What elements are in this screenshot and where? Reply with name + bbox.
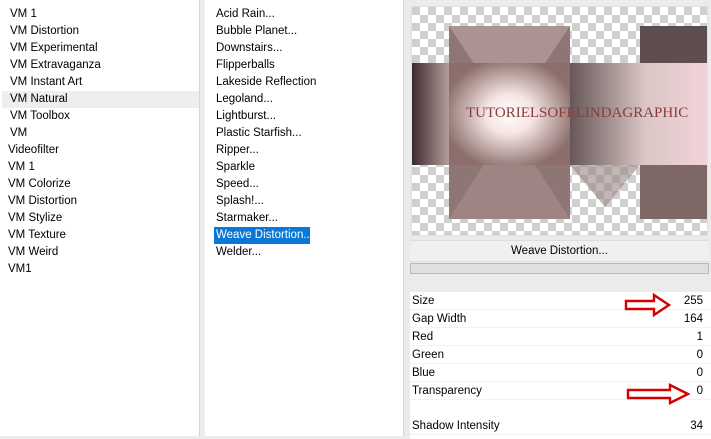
filter-item[interactable]: Acid Rain... [205,6,403,23]
category-item[interactable]: VM 1 [0,6,199,23]
param-value[interactable]: 34 [690,417,703,435]
settings-panel: TUTORIELSOFELINDAGRAPHIC Weave Distortio… [405,0,711,439]
category-item[interactable]: VM Distortion [0,193,199,210]
filter-item-selected[interactable]: Weave Distortion... [214,227,313,244]
filter-list-pane[interactable]: Acid Rain... Bubble Planet... Downstairs..… [205,0,404,436]
category-item[interactable]: VM Instant Art [0,74,199,91]
filter-preview: TUTORIELSOFELINDAGRAPHIC [411,6,708,236]
param-value[interactable]: 255 [684,292,703,310]
param-label: Red [412,331,434,343]
param-label: Green [412,349,444,361]
filter-list[interactable]: Acid Rain... Bubble Planet... Downstairs..… [205,0,403,261]
filter-title: Weave Distortion... [410,240,709,262]
param-label: Size [412,295,435,307]
param-row[interactable]: Green 0 [410,346,711,364]
category-item[interactable]: VM Texture [0,227,199,244]
filter-item[interactable]: Lightburst... [205,108,403,125]
param-value[interactable]: 0 [697,382,703,400]
category-item[interactable]: VM Stylize [0,210,199,227]
filter-item[interactable]: Legoland... [205,91,403,108]
param-label: Transparency [412,385,482,397]
filter-item[interactable]: Plastic Starfish... [205,125,403,142]
filter-item[interactable]: Sparkle [205,159,403,176]
category-item[interactable]: VM Natural [2,91,199,108]
param-value[interactable]: 0 [697,346,703,364]
category-item[interactable]: VM [0,125,199,142]
param-label: Blue [412,367,436,379]
param-label: Shadow Intensity [412,420,500,432]
category-item[interactable]: VM Experimental [0,40,199,57]
param-row[interactable]: Blue 0 [410,364,711,382]
category-item[interactable]: Videofilter [0,142,199,159]
filter-item[interactable]: Ripper... [205,142,403,159]
param-value[interactable]: 164 [684,310,703,328]
param-value[interactable]: 1 [697,328,703,346]
category-item[interactable]: VM1 [0,261,199,278]
preview-watermark: TUTORIELSOFELINDAGRAPHIC [466,105,688,121]
filter-item[interactable]: Welder... [205,244,403,261]
category-item[interactable]: VM Weird [0,244,199,261]
category-list[interactable]: VM 1 VM Distortion VM Experimental VM Extra… [0,0,199,278]
param-row[interactable]: Shadow Intensity 34 [410,417,711,435]
category-item[interactable]: VM Extravaganza [0,57,199,74]
filter-item[interactable]: Splash!... [205,193,403,210]
category-item[interactable]: VM Distortion [0,23,199,40]
preview-image: TUTORIELSOFELINDAGRAPHIC [412,7,707,235]
category-item[interactable]: VM Toolbox [0,108,199,125]
red-arrow-icon-size [624,292,672,318]
filter-item[interactable]: Bubble Planet... [205,23,403,40]
filter-item[interactable]: Downstairs... [205,40,403,57]
param-row[interactable]: Red 1 [410,328,711,346]
filter-item[interactable]: Starmaker... [205,210,403,227]
param-label: Gap Width [412,313,467,325]
category-item[interactable]: VM 1 [0,159,199,176]
red-arrow-icon-transparency [626,383,691,405]
filter-item[interactable]: Lakeside Reflection [205,74,403,91]
filter-item[interactable]: Speed... [205,176,403,193]
category-item[interactable]: VM Colorize [0,176,199,193]
param-value[interactable]: 0 [697,364,703,382]
filter-item[interactable]: Flipperballs [205,57,403,74]
category-list-pane[interactable]: VM 1 VM Distortion VM Experimental VM Extra… [0,0,200,436]
progress-bar [410,263,709,274]
